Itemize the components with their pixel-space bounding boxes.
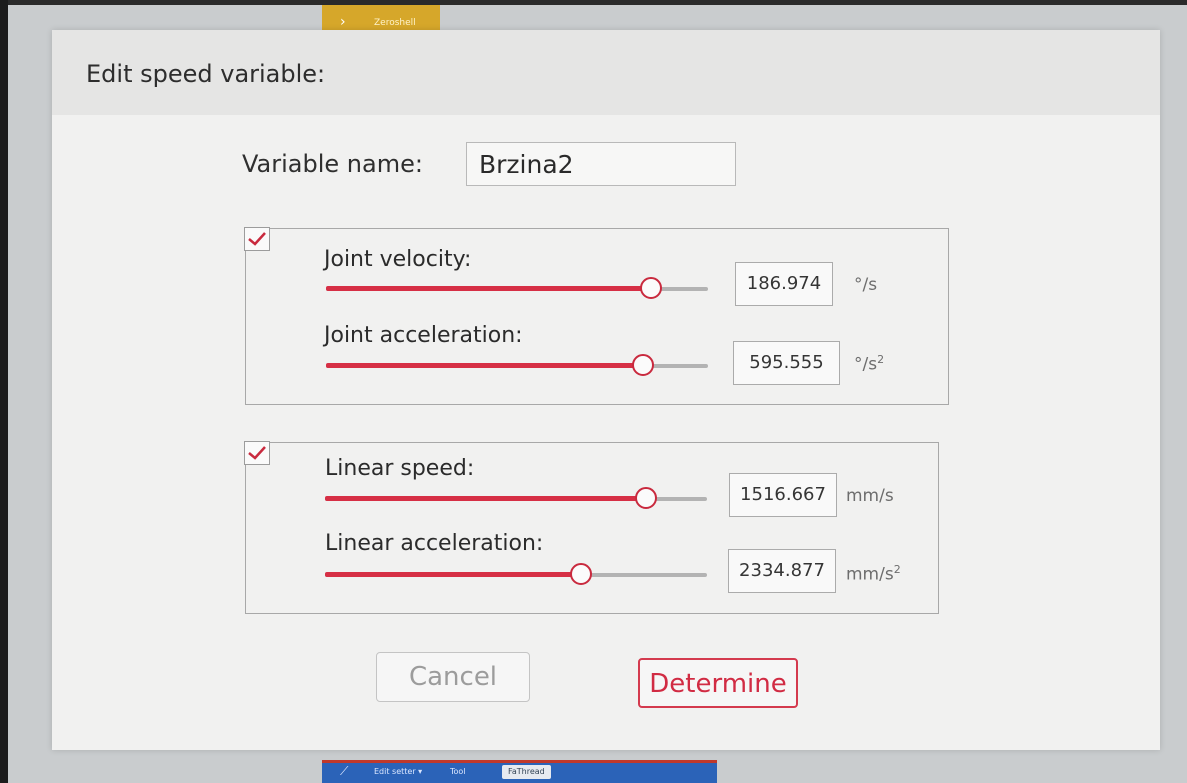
screen-bezel-left	[0, 0, 8, 783]
wrench-icon: ⟋	[340, 764, 349, 778]
dialog-header: Edit speed variable:	[52, 30, 1160, 115]
joint-enable-checkbox[interactable]	[244, 227, 270, 251]
slider-fill	[326, 363, 644, 368]
linear-speed-slider[interactable]	[325, 487, 707, 509]
joint-velocity-slider[interactable]	[326, 277, 708, 299]
slider-knob[interactable]	[632, 354, 655, 376]
joint-velocity-unit: °/s	[854, 275, 878, 295]
background-toolbar-item: Edit setter ▾	[374, 767, 423, 776]
linear-speed-label: Linear speed:	[325, 456, 475, 481]
checkmark-icon	[248, 232, 266, 246]
linear-speed-unit: mm/s	[846, 486, 894, 506]
dialog-title: Edit speed variable:	[86, 60, 326, 88]
linear-settings-group: Linear speed: 1516.667 mm/s Linear accel…	[244, 441, 939, 614]
linear-speed-value[interactable]: 1516.667	[729, 473, 837, 517]
joint-acceleration-slider[interactable]	[326, 354, 708, 376]
linear-acceleration-unit: mm/s2	[846, 563, 901, 585]
linear-acceleration-slider[interactable]	[325, 563, 707, 585]
linear-acceleration-label: Linear acceleration:	[325, 531, 544, 556]
slider-knob[interactable]	[634, 487, 657, 509]
cancel-button[interactable]: Cancel	[376, 652, 530, 702]
slider-fill	[325, 572, 581, 577]
background-toolbar-item: Tool	[450, 767, 466, 776]
background-toolbar: ⟋ Edit setter ▾ Tool FaThread	[322, 760, 717, 783]
joint-settings-group: Joint velocity: 186.974 °/s Joint accele…	[244, 227, 949, 405]
slider-knob[interactable]	[639, 277, 662, 299]
slider-knob[interactable]	[569, 563, 592, 585]
background-toolbar-item: FaThread	[502, 765, 551, 779]
variable-name-label: Variable name:	[242, 150, 423, 178]
slider-fill	[326, 286, 651, 291]
checkmark-icon	[248, 446, 266, 460]
background-node-label: Zeroshell	[374, 18, 416, 28]
edit-speed-dialog: Edit speed variable: Variable name: Join…	[52, 30, 1160, 750]
joint-acceleration-label: Joint acceleration:	[324, 323, 523, 348]
joint-velocity-value[interactable]: 186.974	[735, 262, 833, 306]
joint-velocity-label: Joint velocity:	[324, 247, 472, 272]
joint-acceleration-value[interactable]: 595.555	[733, 341, 840, 385]
linear-enable-checkbox[interactable]	[244, 441, 270, 465]
variable-name-input[interactable]	[466, 142, 736, 186]
slider-fill	[325, 496, 646, 501]
determine-button[interactable]: Determine	[638, 658, 798, 708]
play-icon: ›	[340, 14, 346, 30]
joint-acceleration-unit: °/s2	[854, 353, 885, 375]
linear-acceleration-value[interactable]: 2334.877	[728, 549, 836, 593]
